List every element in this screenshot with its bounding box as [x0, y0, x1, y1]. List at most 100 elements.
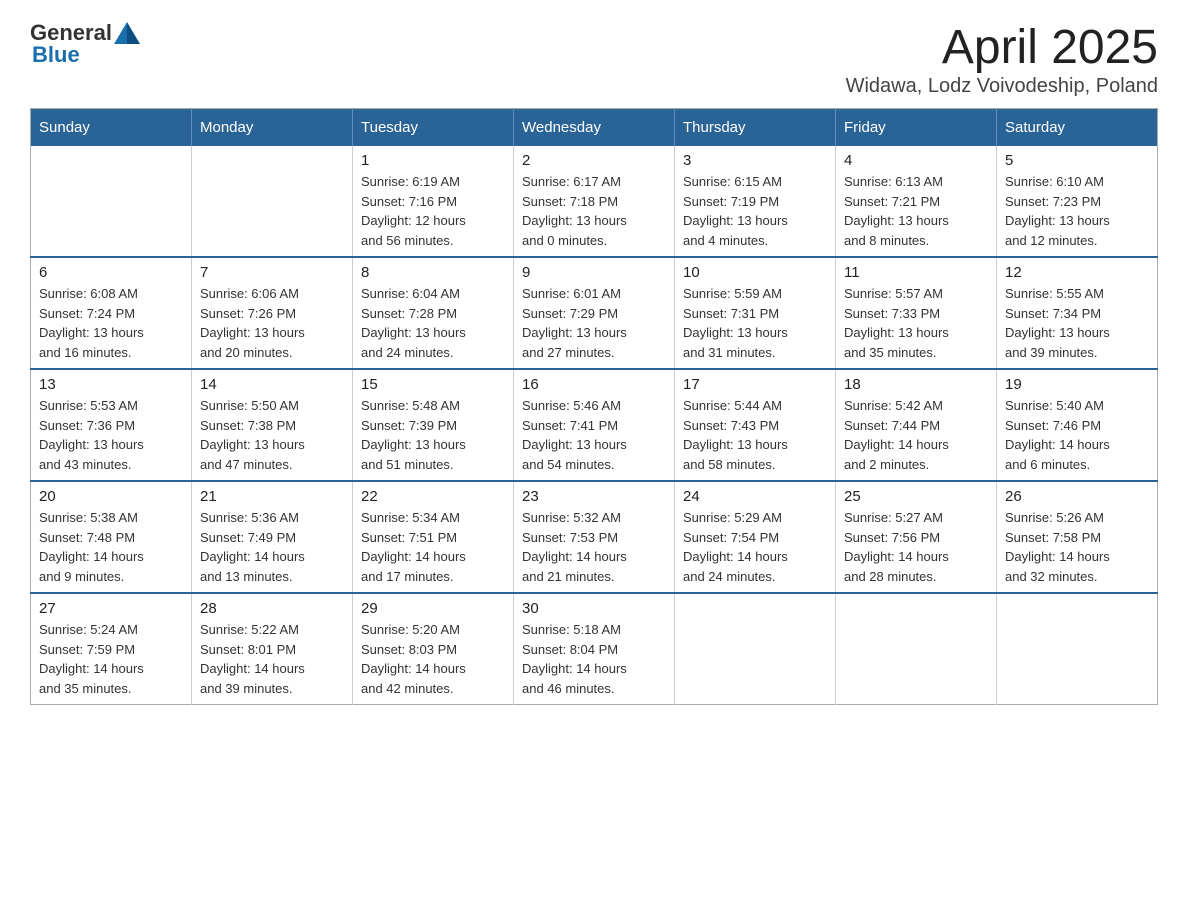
calendar-day-header: Sunday [31, 109, 192, 147]
calendar-cell [836, 593, 997, 705]
day-number: 29 [361, 600, 505, 617]
day-number: 23 [522, 488, 666, 505]
day-info: Sunrise: 5:24 AM Sunset: 7:59 PM Dayligh… [39, 620, 183, 698]
day-number: 3 [683, 152, 827, 169]
day-number: 28 [200, 600, 344, 617]
calendar-cell: 24 Sunrise: 5:29 AM Sunset: 7:54 PM Dayli… [675, 481, 836, 593]
day-number: 14 [200, 376, 344, 393]
day-info: Sunrise: 5:57 AM Sunset: 7:33 PM Dayligh… [844, 284, 988, 362]
logo: General Blue [30, 20, 140, 68]
calendar-cell: 22 Sunrise: 5:34 AM Sunset: 7:51 PM Dayli… [353, 481, 514, 593]
day-number: 10 [683, 264, 827, 281]
day-number: 22 [361, 488, 505, 505]
day-info: Sunrise: 6:04 AM Sunset: 7:28 PM Dayligh… [361, 284, 505, 362]
day-number: 5 [1005, 152, 1149, 169]
day-number: 15 [361, 376, 505, 393]
calendar-week-row: 1Sunrise: 6:19 AM Sunset: 7:16 PM Daylig… [31, 146, 1158, 257]
calendar-cell: 7Sunrise: 6:06 AM Sunset: 7:26 PM Daylig… [192, 257, 353, 369]
day-info: Sunrise: 5:34 AM Sunset: 7:51 PM Dayligh… [361, 508, 505, 586]
day-info: Sunrise: 5:44 AM Sunset: 7:43 PM Dayligh… [683, 396, 827, 474]
calendar-cell: 21Sunrise: 5:36 AM Sunset: 7:49 PM Dayli… [192, 481, 353, 593]
calendar-day-header: Thursday [675, 109, 836, 147]
day-number: 24 [683, 488, 827, 505]
calendar-cell: 29 Sunrise: 5:20 AM Sunset: 8:03 PM Dayli… [353, 593, 514, 705]
calendar-cell: 25 Sunrise: 5:27 AM Sunset: 7:56 PM Dayli… [836, 481, 997, 593]
day-info: Sunrise: 5:50 AM Sunset: 7:38 PM Dayligh… [200, 396, 344, 474]
page-subtitle: Widawa, Lodz Voivodeship, Poland [846, 75, 1158, 98]
page-header: General Blue April 2025 Widawa, Lodz Voi… [30, 20, 1158, 98]
calendar-cell: 28 Sunrise: 5:22 AM Sunset: 8:01 PM Dayli… [192, 593, 353, 705]
calendar-cell: 10 Sunrise: 5:59 AM Sunset: 7:31 PM Dayli… [675, 257, 836, 369]
day-number: 21 [200, 488, 344, 505]
calendar-cell: 18 Sunrise: 5:42 AM Sunset: 7:44 PM Dayli… [836, 369, 997, 481]
day-info: Sunrise: 5:46 AM Sunset: 7:41 PM Dayligh… [522, 396, 666, 474]
day-number: 27 [39, 600, 183, 617]
calendar-cell [997, 593, 1158, 705]
calendar-cell: 6Sunrise: 6:08 AM Sunset: 7:24 PM Daylig… [31, 257, 192, 369]
calendar-cell: 27 Sunrise: 5:24 AM Sunset: 7:59 PM Dayli… [31, 593, 192, 705]
day-number: 18 [844, 376, 988, 393]
calendar-cell: 11 Sunrise: 5:57 AM Sunset: 7:33 PM Dayli… [836, 257, 997, 369]
day-info: Sunrise: 5:42 AM Sunset: 7:44 PM Dayligh… [844, 396, 988, 474]
calendar-table: SundayMondayTuesdayWednesdayThursdayFrid… [30, 108, 1158, 705]
day-info: Sunrise: 5:20 AM Sunset: 8:03 PM Dayligh… [361, 620, 505, 698]
calendar-week-row: 6Sunrise: 6:08 AM Sunset: 7:24 PM Daylig… [31, 257, 1158, 369]
calendar-day-header: Saturday [997, 109, 1158, 147]
calendar-day-header: Monday [192, 109, 353, 147]
day-number: 1 [361, 152, 505, 169]
calendar-week-row: 13 Sunrise: 5:53 AM Sunset: 7:36 PM Dayli… [31, 369, 1158, 481]
day-number: 7 [200, 264, 344, 281]
day-info: Sunrise: 6:13 AM Sunset: 7:21 PM Dayligh… [844, 172, 988, 250]
day-number: 8 [361, 264, 505, 281]
day-info: Sunrise: 5:48 AM Sunset: 7:39 PM Dayligh… [361, 396, 505, 474]
calendar-cell: 16 Sunrise: 5:46 AM Sunset: 7:41 PM Dayli… [514, 369, 675, 481]
calendar-day-header: Friday [836, 109, 997, 147]
calendar-cell: 15 Sunrise: 5:48 AM Sunset: 7:39 PM Dayli… [353, 369, 514, 481]
day-number: 17 [683, 376, 827, 393]
calendar-cell: 2Sunrise: 6:17 AM Sunset: 7:18 PM Daylig… [514, 146, 675, 257]
day-info: Sunrise: 6:17 AM Sunset: 7:18 PM Dayligh… [522, 172, 666, 250]
day-number: 6 [39, 264, 183, 281]
day-info: Sunrise: 5:40 AM Sunset: 7:46 PM Dayligh… [1005, 396, 1149, 474]
day-info: Sunrise: 5:18 AM Sunset: 8:04 PM Dayligh… [522, 620, 666, 698]
calendar-cell: 30 Sunrise: 5:18 AM Sunset: 8:04 PM Dayli… [514, 593, 675, 705]
day-info: Sunrise: 5:32 AM Sunset: 7:53 PM Dayligh… [522, 508, 666, 586]
day-info: Sunrise: 5:22 AM Sunset: 8:01 PM Dayligh… [200, 620, 344, 698]
day-number: 20 [39, 488, 183, 505]
day-number: 16 [522, 376, 666, 393]
calendar-cell: 17 Sunrise: 5:44 AM Sunset: 7:43 PM Dayli… [675, 369, 836, 481]
calendar-cell: 12 Sunrise: 5:55 AM Sunset: 7:34 PM Dayli… [997, 257, 1158, 369]
calendar-cell: 4 Sunrise: 6:13 AM Sunset: 7:21 PM Daylig… [836, 146, 997, 257]
day-info: Sunrise: 6:15 AM Sunset: 7:19 PM Dayligh… [683, 172, 827, 250]
calendar-cell: 9 Sunrise: 6:01 AM Sunset: 7:29 PM Daylig… [514, 257, 675, 369]
day-number: 11 [844, 264, 988, 281]
logo-icon [114, 22, 140, 44]
day-number: 30 [522, 600, 666, 617]
title-section: April 2025 Widawa, Lodz Voivodeship, Pol… [846, 20, 1158, 98]
page-title: April 2025 [846, 20, 1158, 75]
day-info: Sunrise: 5:53 AM Sunset: 7:36 PM Dayligh… [39, 396, 183, 474]
day-info: Sunrise: 5:55 AM Sunset: 7:34 PM Dayligh… [1005, 284, 1149, 362]
calendar-cell: 23 Sunrise: 5:32 AM Sunset: 7:53 PM Dayli… [514, 481, 675, 593]
calendar-cell: 19 Sunrise: 5:40 AM Sunset: 7:46 PM Dayli… [997, 369, 1158, 481]
day-number: 25 [844, 488, 988, 505]
calendar-day-header: Tuesday [353, 109, 514, 147]
day-info: Sunrise: 5:59 AM Sunset: 7:31 PM Dayligh… [683, 284, 827, 362]
logo-text-blue: Blue [32, 42, 80, 68]
day-number: 26 [1005, 488, 1149, 505]
day-number: 12 [1005, 264, 1149, 281]
day-number: 9 [522, 264, 666, 281]
calendar-cell: 14 Sunrise: 5:50 AM Sunset: 7:38 PM Dayli… [192, 369, 353, 481]
day-info: Sunrise: 5:29 AM Sunset: 7:54 PM Dayligh… [683, 508, 827, 586]
calendar-cell: 13 Sunrise: 5:53 AM Sunset: 7:36 PM Dayli… [31, 369, 192, 481]
calendar-cell [192, 146, 353, 257]
day-info: Sunrise: 6:01 AM Sunset: 7:29 PM Dayligh… [522, 284, 666, 362]
calendar-cell: 8 Sunrise: 6:04 AM Sunset: 7:28 PM Daylig… [353, 257, 514, 369]
day-number: 4 [844, 152, 988, 169]
calendar-cell: 5Sunrise: 6:10 AM Sunset: 7:23 PM Daylig… [997, 146, 1158, 257]
calendar-cell: 3 Sunrise: 6:15 AM Sunset: 7:19 PM Daylig… [675, 146, 836, 257]
day-number: 13 [39, 376, 183, 393]
day-number: 19 [1005, 376, 1149, 393]
calendar-header-row: SundayMondayTuesdayWednesdayThursdayFrid… [31, 109, 1158, 147]
day-info: Sunrise: 5:27 AM Sunset: 7:56 PM Dayligh… [844, 508, 988, 586]
